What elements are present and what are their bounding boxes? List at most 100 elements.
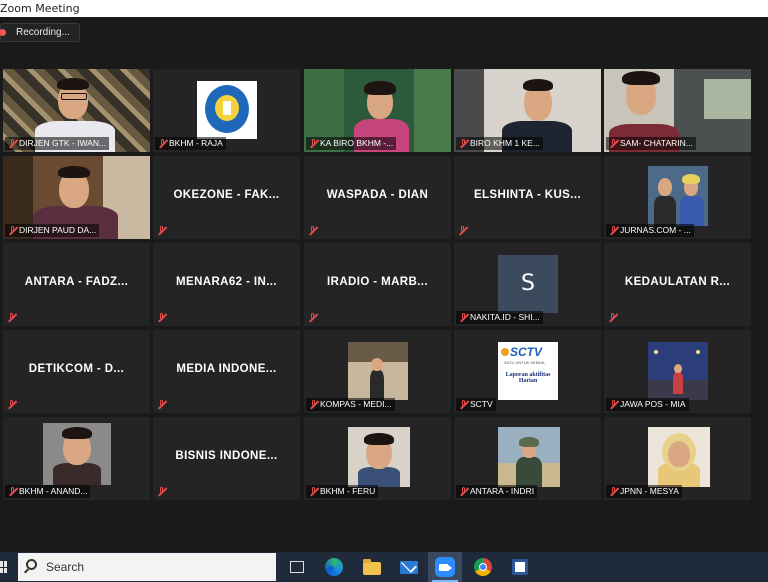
participant-name-label: JPNN - MESYA [606,485,682,498]
mail-icon[interactable] [398,556,420,578]
search-icon [26,559,37,570]
muted-mic-icon [609,487,618,496]
participant-name-label: SCTV [456,398,496,411]
word-icon[interactable] [509,556,531,578]
recording-dot-icon [0,29,6,36]
muted-mic-icon [609,226,618,235]
windows-start-icon[interactable] [0,561,7,573]
window-title: Zoom Meeting [0,2,80,15]
muted-mic-icon [157,313,166,322]
participant-display-name: MEDIA INDONE... [176,363,277,375]
participant-name-label: BKHM - RAJA [155,137,226,150]
muted-mic-icon [8,139,17,148]
recording-indicator[interactable]: Recording... [0,23,80,42]
chrome-icon[interactable] [472,556,494,578]
muted-mic-icon [309,139,318,148]
profile-photo [348,427,410,487]
participant-tile-18[interactable]: KOMPAS - MEDI... [304,330,451,413]
muted-mic-icon [308,313,317,322]
participant-name-label: BIRO KHM 1 KE... [456,137,543,150]
muted-mic-icon [459,139,468,148]
participant-display-name: KEDAULATAN R... [624,276,731,288]
taskbar-search-box[interactable]: Search [18,553,276,581]
participant-display-name: OKEZONE - FAK... [173,189,280,201]
profile-photo [648,427,710,487]
participant-name-label: SAM- CHATARIN... [606,137,696,150]
muted-mic-icon [8,487,17,496]
muted-mic-icon [309,487,318,496]
task-view-icon[interactable] [286,556,308,578]
participant-tile-15[interactable]: KEDAULATAN R... [604,243,751,326]
participant-initial-avatar: S [498,255,558,313]
participant-display-name: IRADIO - MARB... [327,276,428,288]
tut-wuri-logo [197,81,257,139]
muted-mic-icon [157,487,166,496]
muted-mic-icon [308,226,317,235]
participant-tile-17[interactable]: MEDIA INDONE... [153,330,300,413]
edge-browser-icon[interactable] [323,556,345,578]
muted-mic-icon [8,226,17,235]
participant-display-name: ELSHINTA - KUS... [473,189,582,201]
profile-photo [648,166,708,226]
muted-mic-icon [157,400,166,409]
muted-mic-icon [7,313,16,322]
participant-display-name: BISNIS INDONE... [175,450,278,462]
recording-label: Recording... [16,27,70,38]
profile-photo [648,342,708,400]
participant-display-name: MENARA62 - IN... [176,276,277,288]
muted-mic-icon [459,313,468,322]
participant-tile-16[interactable]: DETIKCOM - D... [3,330,150,413]
participant-name-label: JAWA POS - MIA [606,398,689,411]
profile-photo [43,423,111,485]
participant-display-name: WASPADA - DIAN [326,189,429,201]
participant-tile-2[interactable]: BKHM - RAJA [153,69,300,152]
participant-tile-4[interactable]: BIRO KHM 1 KE... [454,69,601,152]
search-placeholder: Search [46,560,85,574]
participant-tile-23[interactable]: BKHM - FERU [304,417,451,500]
taskbar: Search [0,552,768,582]
participant-name-label: KOMPAS - MEDI... [306,398,395,411]
file-explorer-icon[interactable] [361,556,383,578]
participant-name-label: KA BIRO BKHM -... [306,137,397,150]
participant-tile-20[interactable]: JAWA POS - MIA [604,330,751,413]
profile-photo [498,427,560,487]
zoom-taskbar-button[interactable] [428,552,462,582]
participant-name-label: BKHM - ANAND... [5,485,91,498]
participant-tile-19[interactable]: SCTV SATU UNTUK SEMUA Laporan aktifitas … [454,330,601,413]
participant-name-label: JURNAS.COM - ... [606,224,694,237]
participant-tile-24[interactable]: ANTARA - INDRI [454,417,601,500]
participant-tile-11[interactable]: ANTARA - FADZ... [3,243,150,326]
participant-tile-1[interactable]: DIRJEN GTK - IWAN... [3,69,150,152]
participant-tile-3[interactable]: KA BIRO BKHM -... [304,69,451,152]
muted-mic-icon [609,139,618,148]
participant-tile-14[interactable]: S NAKITA.ID - SHI... [454,243,601,326]
participant-name-label: DIRJEN GTK - IWAN... [5,137,110,150]
participant-display-name: ANTARA - FADZ... [24,276,129,288]
participant-name-label: DIRJEN PAUD DA... [5,224,100,237]
participant-tile-7[interactable]: OKEZONE - FAK... [153,156,300,239]
participant-tile-9[interactable]: ELSHINTA - KUS... [454,156,601,239]
participant-tile-12[interactable]: MENARA62 - IN... [153,243,300,326]
profile-photo [348,342,408,400]
participant-display-name: DETIKCOM - D... [28,363,125,375]
muted-mic-icon [157,226,166,235]
participant-tile-5[interactable]: SAM- CHATARIN... [604,69,751,152]
muted-mic-icon [309,400,318,409]
participant-tile-21[interactable]: BKHM - ANAND... [3,417,150,500]
participant-name-label: ANTARA - INDRI [456,485,538,498]
title-bar: Zoom Meeting [0,0,768,17]
participant-name-label: BKHM - FERU [306,485,379,498]
participant-tile-22[interactable]: BISNIS INDONE... [153,417,300,500]
participant-tile-8[interactable]: WASPADA - DIAN [304,156,451,239]
muted-mic-icon [459,400,468,409]
muted-mic-icon [609,400,618,409]
sctv-logo: SCTV SATU UNTUK SEMUA Laporan aktifitas … [498,342,558,400]
participant-tile-25[interactable]: JPNN - MESYA [604,417,751,500]
muted-mic-icon [158,139,167,148]
participant-tile-6[interactable]: DIRJEN PAUD DA... [3,156,150,239]
participant-tile-10[interactable]: JURNAS.COM - ... [604,156,751,239]
muted-mic-icon [7,400,16,409]
muted-mic-icon [608,313,617,322]
muted-mic-icon [458,226,467,235]
participant-tile-13[interactable]: IRADIO - MARB... [304,243,451,326]
